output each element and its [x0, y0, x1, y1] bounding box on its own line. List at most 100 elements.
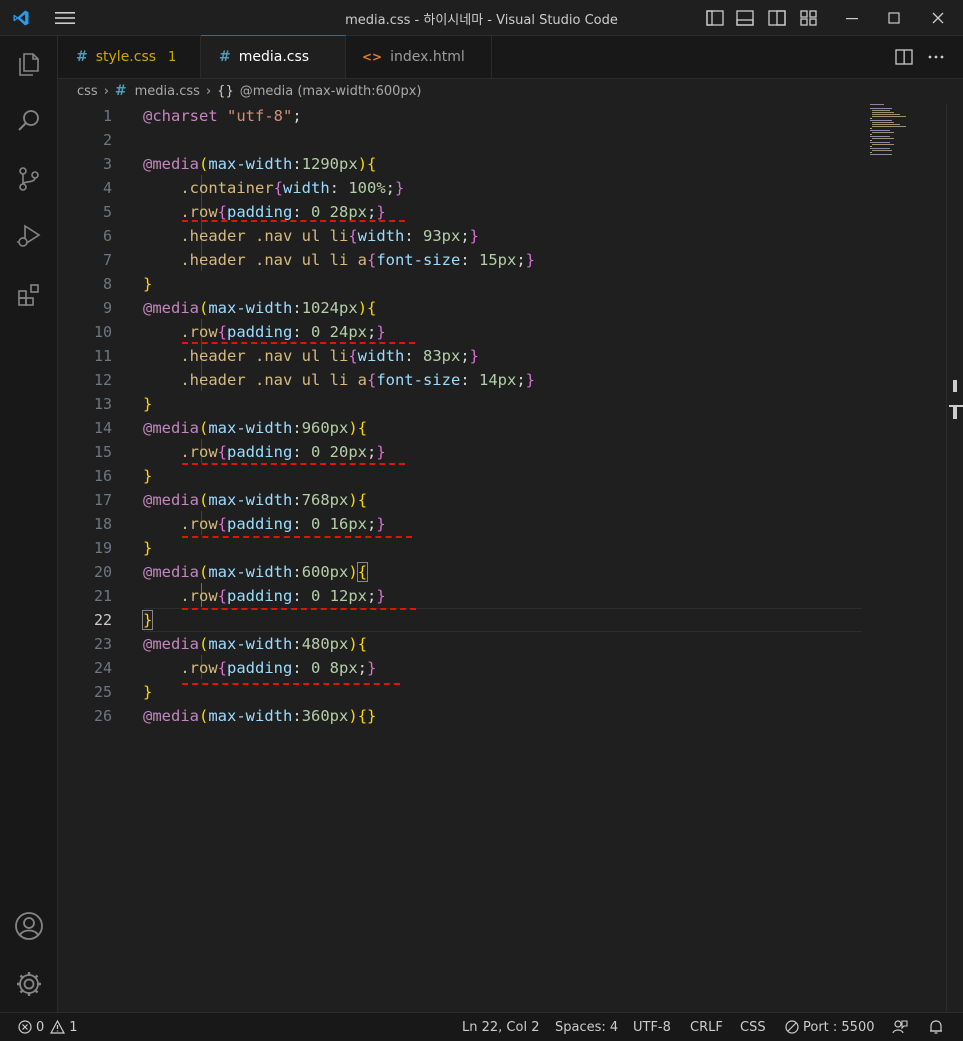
code-line[interactable]: 18 .row{padding: 0 16px;} [58, 512, 863, 536]
symbol-namespace-icon: {} [217, 83, 234, 99]
code-token: font-size [376, 251, 461, 269]
code-token: : [404, 227, 423, 245]
split-editor-icon[interactable] [890, 36, 918, 78]
error-count: 0 [36, 1019, 45, 1035]
code-line[interactable]: 20 @media(max-width:600px){ [58, 560, 863, 584]
code-line[interactable]: 10 .row{padding: 0 24px;} [58, 320, 863, 344]
run-debug-icon[interactable] [0, 212, 57, 260]
code-token: } [143, 467, 153, 485]
line-number: 18 [93, 515, 112, 533]
error-squiggle [182, 608, 416, 610]
line-number: 5 [102, 203, 112, 221]
minimap[interactable] [870, 103, 950, 163]
code-line[interactable]: 22} [58, 608, 863, 632]
code-line[interactable]: 12 .header .nav ul li a{font-size: 14px;… [58, 368, 863, 392]
code-token: max-width [208, 419, 293, 437]
tab-media-css[interactable]: # media.css [201, 35, 346, 78]
eol-setting[interactable]: CRLF [690, 1013, 723, 1041]
code-token: max-width [208, 635, 293, 653]
more-actions-icon[interactable] [922, 36, 950, 78]
code-line[interactable]: 8} [58, 272, 863, 296]
tab-index-html[interactable]: <> index.html [346, 36, 492, 78]
warning-icon [50, 1020, 66, 1034]
feedback-icon[interactable] [892, 1013, 908, 1041]
problems-indicator[interactable]: 0 1 [18, 1013, 78, 1041]
breadcrumb-folder[interactable]: css [77, 84, 98, 99]
extensions-icon[interactable] [0, 271, 57, 319]
code-line[interactable]: 13} [58, 392, 863, 416]
code-token: : [460, 371, 479, 389]
css-file-icon: # [76, 49, 88, 65]
code-line[interactable]: 6 .header .nav ul li{width: 93px;} [58, 224, 863, 248]
code-token: ; [357, 659, 368, 677]
code-token: ; [367, 587, 377, 605]
code-token: ( [199, 155, 209, 173]
line-number: 13 [93, 395, 112, 413]
vertical-scrollbar[interactable] [946, 103, 963, 1012]
toggle-secondary-sidebar-icon[interactable] [766, 0, 788, 35]
code-line[interactable]: 3 @media(max-width:1290px){ [58, 152, 863, 176]
toggle-panel-icon[interactable] [734, 0, 756, 35]
notifications-bell-icon[interactable] [928, 1013, 944, 1041]
title-bar: media.css - 하이시네마 - Visual Studio Code [0, 0, 963, 36]
encoding-setting[interactable]: UTF-8 [633, 1013, 671, 1041]
code-line[interactable]: 24 .row{padding: 0 8px;} [58, 656, 863, 680]
language-mode[interactable]: CSS [740, 1013, 766, 1041]
code-line[interactable]: 15 .row{padding: 0 20px;} [58, 440, 863, 464]
code-line[interactable]: 7 .header .nav ul li a{font-size: 15px;} [58, 248, 863, 272]
breadcrumb-file[interactable]: media.css [135, 84, 200, 99]
code-token: ( [199, 419, 209, 437]
code-line[interactable]: 16} [58, 464, 863, 488]
code-line[interactable]: 19} [58, 536, 863, 560]
code-line[interactable]: 9 @media(max-width:1024px){ [58, 296, 863, 320]
tab-style-css[interactable]: # style.css 1 [58, 36, 201, 78]
code-token: : [292, 299, 302, 317]
line-number: 2 [102, 131, 112, 149]
minimize-icon[interactable] [834, 0, 870, 35]
line-code: } [143, 536, 152, 560]
live-server-port[interactable]: Port : 5500 [785, 1013, 875, 1041]
code-token: 0 12px [311, 587, 367, 605]
explorer-icon[interactable] [0, 40, 57, 88]
code-token: @media [143, 635, 199, 653]
accounts-icon[interactable] [0, 902, 57, 950]
port-label: Port : 5500 [803, 1019, 875, 1035]
line-number: 7 [102, 251, 112, 269]
breadcrumb-symbol[interactable]: @media (max-width:600px) [240, 84, 422, 99]
line-code: @media(max-width:1290px){ [143, 152, 376, 176]
source-control-icon[interactable] [0, 155, 57, 203]
code-token: @media [143, 419, 199, 437]
code-token: ) [348, 635, 358, 653]
code-line[interactable]: 11 .header .nav ul li{width: 83px;} [58, 344, 863, 368]
code-line[interactable]: 2 [58, 128, 863, 152]
code-line[interactable]: 21 .row{padding: 0 12px;} [58, 584, 863, 608]
code-editor[interactable]: 1 @charset "utf-8"; 2 3 @media(max-width:129… [58, 103, 963, 1012]
code-token: width [283, 179, 330, 197]
code-line[interactable]: 1 @charset "utf-8"; [58, 104, 863, 128]
settings-gear-icon[interactable] [0, 960, 57, 1008]
customize-layout-icon[interactable] [798, 0, 820, 35]
code-line[interactable]: 17 @media(max-width:768px){ [58, 488, 863, 512]
toggle-primary-sidebar-icon[interactable] [704, 0, 726, 35]
search-icon[interactable] [0, 97, 57, 145]
code-line[interactable]: 23 @media(max-width:480px){ [58, 632, 863, 656]
code-line[interactable]: 4 .container{width: 100%;} [58, 176, 863, 200]
maximize-icon[interactable] [876, 0, 912, 35]
code-line[interactable]: 25} [58, 680, 863, 704]
line-code: .row{padding: 0 20px;} [143, 440, 385, 464]
close-icon[interactable] [920, 0, 956, 35]
line-number: 14 [93, 419, 112, 437]
line-number: 23 [93, 635, 112, 653]
code-token: .row [180, 587, 218, 605]
code-line[interactable]: 14 @media(max-width:960px){ [58, 416, 863, 440]
line-code: } [141, 608, 154, 632]
line-code: @media(max-width:600px){ [143, 560, 369, 584]
code-token: width [357, 347, 405, 365]
indentation-setting[interactable]: Spaces: 4 [555, 1013, 618, 1041]
code-line[interactable]: 5 .row{padding: 0 28px;} [58, 200, 863, 224]
code-line[interactable]: 26 @media(max-width:360px){} [58, 704, 863, 728]
cursor-position[interactable]: Ln 22, Col 2 [462, 1013, 539, 1041]
